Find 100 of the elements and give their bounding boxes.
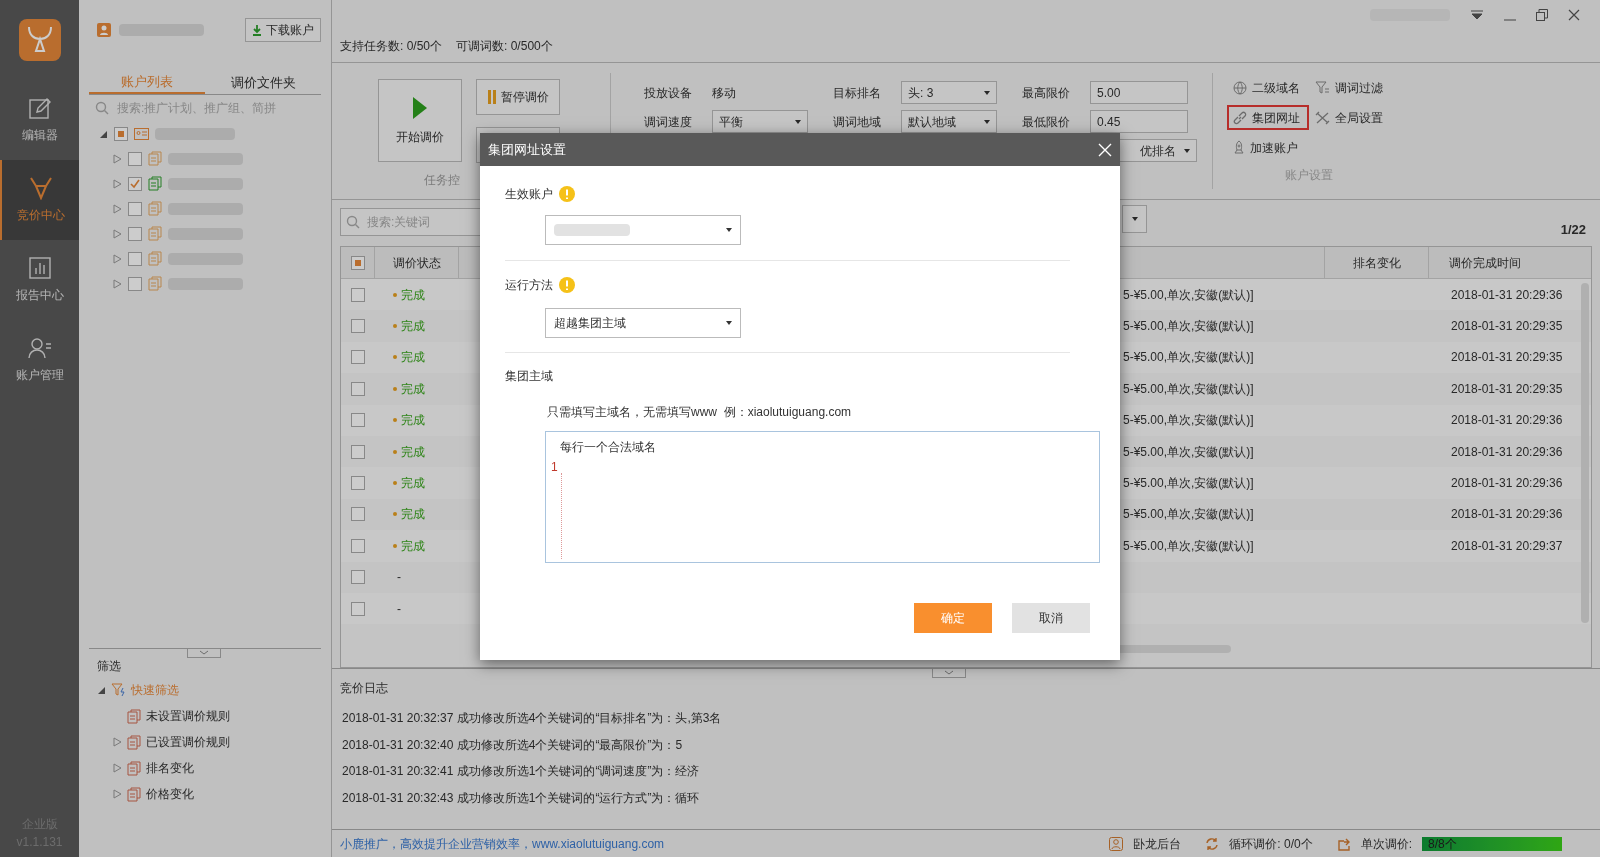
checkbox[interactable] <box>351 507 365 522</box>
status-text: 完成 <box>401 537 425 555</box>
account-action[interactable]: 集团网址 <box>1227 105 1309 130</box>
collapsed-arrow-icon[interactable] <box>113 153 122 164</box>
checkbox[interactable] <box>350 255 365 270</box>
backend-link[interactable]: 卧龙后台 <box>1133 834 1182 853</box>
status-text: 完成 <box>401 443 425 461</box>
account-action[interactable]: 加速账户 <box>1227 135 1309 160</box>
account-action[interactable]: 全局设置 <box>1309 105 1399 130</box>
setting-input[interactable]: 0.45 <box>1090 110 1188 133</box>
collapsed-arrow-icon[interactable] <box>113 789 122 799</box>
checkbox[interactable] <box>128 226 142 241</box>
checkbox[interactable] <box>351 570 365 585</box>
column-header[interactable]: 调价完成时间 <box>1429 247 1591 278</box>
table-cell: 5-¥5.00,单次,安徽(默认)] <box>1123 350 1254 365</box>
download-account-button[interactable]: 下载账户 <box>245 18 321 42</box>
table-cell: 5-¥5.00,单次,安徽(默认)] <box>1123 319 1254 334</box>
collapse-handle[interactable] <box>932 668 966 678</box>
nav-item[interactable]: 编辑器 <box>0 80 79 160</box>
checkbox[interactable] <box>351 381 365 396</box>
filter-item[interactable]: 未设置调价规则 <box>146 707 230 725</box>
column-header[interactable]: 排名变化 <box>1324 247 1429 278</box>
setting-label: 调词地域 <box>833 113 881 131</box>
search-icon <box>95 101 109 115</box>
table-cell: 2018-01-31 20:29:36 <box>1451 287 1563 302</box>
app-logo <box>18 19 61 61</box>
setting-input[interactable]: 5.00 <box>1090 81 1188 104</box>
slogan-link[interactable]: 小鹿推广，高效提升企业营销效率，www.xiaolutuiguang.com <box>340 834 665 853</box>
checkbox[interactable] <box>114 126 128 141</box>
column-header[interactable]: 调价状态 <box>375 247 459 278</box>
bar-chart-icon <box>27 256 52 280</box>
table-cell: 2018-01-31 20:29:36 <box>1451 476 1563 491</box>
redo-arrow-icon <box>1336 836 1351 851</box>
panel-tab[interactable]: 调价文件夹 <box>205 72 321 94</box>
start-bidding-button[interactable]: 开始调价 <box>378 79 462 162</box>
collapsed-arrow-icon[interactable] <box>113 763 122 773</box>
dropdown-menu-icon[interactable] <box>1470 10 1484 20</box>
setting-value: 移动 <box>712 84 736 102</box>
status-text: 完成 <box>401 412 425 430</box>
checkbox[interactable] <box>351 538 365 553</box>
checkbox[interactable] <box>351 601 365 616</box>
checkbox[interactable] <box>128 201 142 216</box>
group-label: 任务控 <box>424 172 461 189</box>
status-text: 完成 <box>401 475 425 493</box>
filter-item[interactable]: 排名变化 <box>146 759 194 777</box>
checkbox[interactable] <box>351 444 365 459</box>
collapsed-arrow-icon[interactable] <box>113 203 122 214</box>
progress-bar: 8/8个 <box>1422 836 1562 851</box>
setting-select[interactable]: 平衡 <box>712 110 808 133</box>
filter-item[interactable]: 价格变化 <box>146 785 194 803</box>
vertical-scrollbar[interactable] <box>1581 283 1589 623</box>
checkbox[interactable] <box>128 151 142 166</box>
refresh-icon <box>1205 836 1220 851</box>
checkbox[interactable] <box>128 276 142 291</box>
document-icon <box>127 708 141 724</box>
collapse-handle[interactable] <box>187 648 221 658</box>
table-cell: 5-¥5.00,单次,安徽(默认)] <box>1123 381 1254 396</box>
table-cell: 5-¥5.00,单次,安徽(默认)] <box>1123 287 1254 302</box>
warning-icon <box>559 277 575 293</box>
download-icon <box>252 24 262 36</box>
account-select[interactable] <box>545 215 741 245</box>
single-status-label: 单次调价: <box>1360 835 1412 853</box>
setting-label: 目标排名 <box>833 84 881 102</box>
nav-item[interactable]: 报告中心 <box>0 240 79 320</box>
pause-bidding-button[interactable]: 暂停调价 <box>476 79 560 115</box>
setting-select[interactable]: 头: 3 <box>901 81 997 104</box>
checkbox[interactable] <box>351 287 365 302</box>
setting-label: 最高限价 <box>1022 84 1070 102</box>
filter-select[interactable] <box>1122 205 1147 233</box>
cancel-button[interactable]: 取消 <box>1012 603 1090 633</box>
collapsed-arrow-icon[interactable] <box>113 737 122 747</box>
checkbox[interactable] <box>351 350 365 365</box>
checkbox[interactable] <box>128 251 142 266</box>
close-icon[interactable] <box>1568 9 1580 21</box>
account-action[interactable]: 调词过滤 <box>1309 75 1399 100</box>
status-text: 完成 <box>401 318 425 336</box>
checkbox[interactable] <box>128 176 142 191</box>
stat-text: 支持任务数: 0/50个 <box>340 38 443 55</box>
account-action[interactable]: 二级域名 <box>1227 75 1309 100</box>
hint-text: 只需填写主域名，无需填写www 例：xiaolutuiguang.com <box>547 404 853 421</box>
status-text: - <box>396 569 401 587</box>
setting-select[interactable]: 默认地域 <box>901 110 997 133</box>
collapsed-arrow-icon[interactable] <box>113 228 122 239</box>
collapsed-arrow-icon[interactable] <box>113 178 122 189</box>
collapsed-arrow-icon[interactable] <box>113 278 122 289</box>
method-select[interactable]: 超越集团主域 <box>545 308 741 338</box>
deer-icon <box>27 176 54 200</box>
field-label: 集团主域 <box>505 368 554 385</box>
status-text: 完成 <box>401 380 425 398</box>
checkbox[interactable] <box>351 476 365 491</box>
restore-icon[interactable] <box>1536 9 1548 21</box>
nav-item[interactable]: 账户管理 <box>0 320 79 400</box>
log-line: 2018-01-31 20:32:37 成功修改所选4个关键词的“目标排名”为：头,第3名 <box>342 710 723 727</box>
document-icon <box>148 226 162 241</box>
filter-item[interactable]: 已设置调价规则 <box>146 733 230 751</box>
checkbox[interactable] <box>351 413 365 428</box>
checkbox[interactable] <box>351 319 365 334</box>
expanded-arrow-icon[interactable] <box>97 685 106 695</box>
collapsed-arrow-icon[interactable] <box>113 253 122 264</box>
contact-card-icon <box>134 127 149 140</box>
